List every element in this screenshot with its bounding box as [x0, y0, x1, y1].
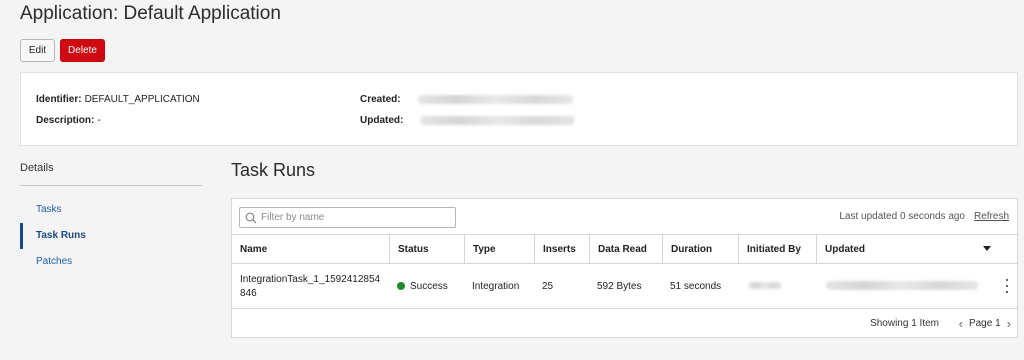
cell-data-read: 592 Bytes [597, 281, 642, 292]
table-header: Name Status Type Inserts Data Read Durat… [232, 234, 1017, 264]
sidenav-heading: Details [20, 162, 54, 174]
kebab-menu-icon[interactable] [1005, 279, 1009, 293]
column-header-inserts[interactable]: Inserts [534, 235, 589, 263]
success-status-icon [397, 282, 405, 290]
description-row: Description: - [36, 115, 101, 126]
caret-down-icon[interactable] [983, 246, 991, 251]
chevron-left-icon[interactable]: ‹ [959, 316, 963, 331]
column-header-data-read[interactable]: Data Read [589, 235, 662, 263]
identifier-label: Identifier: [36, 94, 82, 105]
column-header-updated-label: Updated [825, 243, 865, 255]
task-runs-table: Last updated 0 seconds ago Refresh Name … [231, 198, 1018, 338]
task-runs-title: Task Runs [231, 160, 316, 180]
description-label: Description: [36, 115, 95, 126]
filter-input[interactable] [261, 212, 451, 223]
identifier-row: Identifier: DEFAULT_APPLICATION [36, 94, 200, 105]
search-icon [245, 212, 257, 223]
chevron-right-icon[interactable]: › [1007, 316, 1011, 331]
page-indicator: Page 1 [968, 318, 1001, 329]
cell-initiated-by-redacted [748, 281, 782, 292]
item-count: Showing 1 Item [870, 318, 939, 329]
column-header-name[interactable]: Name [232, 235, 389, 263]
pagination: ‹ Page 1 › [959, 316, 1011, 331]
cell-name-line1: IntegrationTask_1_1592412854 [240, 274, 381, 285]
cell-name: IntegrationTask_1_1592412854 846 [240, 273, 390, 301]
filter-field[interactable] [239, 207, 456, 228]
application-info-panel: Identifier: DEFAULT_APPLICATION Descript… [20, 72, 1018, 146]
cell-name-line2: 846 [240, 288, 257, 299]
created-label: Created: [360, 94, 401, 105]
cell-inserts: 25 [542, 281, 554, 292]
created-row: Created: [360, 94, 573, 105]
column-header-initiated-by[interactable]: Initiated By [738, 235, 816, 263]
column-header-duration[interactable]: Duration [662, 235, 738, 263]
sidenav-item-task-runs[interactable]: Task Runs [36, 230, 86, 241]
cell-status-text: Success [410, 281, 448, 292]
sidenav-active-marker [20, 223, 23, 249]
sidenav-item-tasks[interactable]: Tasks [36, 204, 62, 215]
updated-row: Updated: [360, 115, 576, 126]
refresh-link[interactable]: Refresh [974, 211, 1009, 222]
cell-status: Success [397, 281, 448, 292]
column-header-status[interactable]: Status [389, 235, 464, 263]
sidenav-divider [20, 185, 202, 186]
delete-button[interactable]: Delete [60, 39, 105, 62]
description-value: - [97, 115, 101, 126]
column-header-type[interactable]: Type [464, 235, 534, 263]
edit-button[interactable]: Edit [20, 39, 55, 62]
cell-type: Integration [472, 281, 520, 292]
updated-label: Updated: [360, 115, 404, 126]
page-title: Application: Default Application [20, 3, 281, 24]
last-updated-text: Last updated 0 seconds ago [839, 211, 965, 222]
updated-value-redacted [420, 116, 576, 125]
created-value-redacted [417, 95, 573, 104]
cell-updated-redacted [826, 281, 978, 293]
column-header-updated[interactable]: Updated [816, 235, 1017, 263]
sidenav-item-patches[interactable]: Patches [36, 256, 72, 267]
identifier-value: DEFAULT_APPLICATION [84, 94, 200, 105]
table-row[interactable]: IntegrationTask_1_1592412854 846 Success… [232, 265, 1017, 309]
cell-duration: 51 seconds [670, 281, 722, 292]
